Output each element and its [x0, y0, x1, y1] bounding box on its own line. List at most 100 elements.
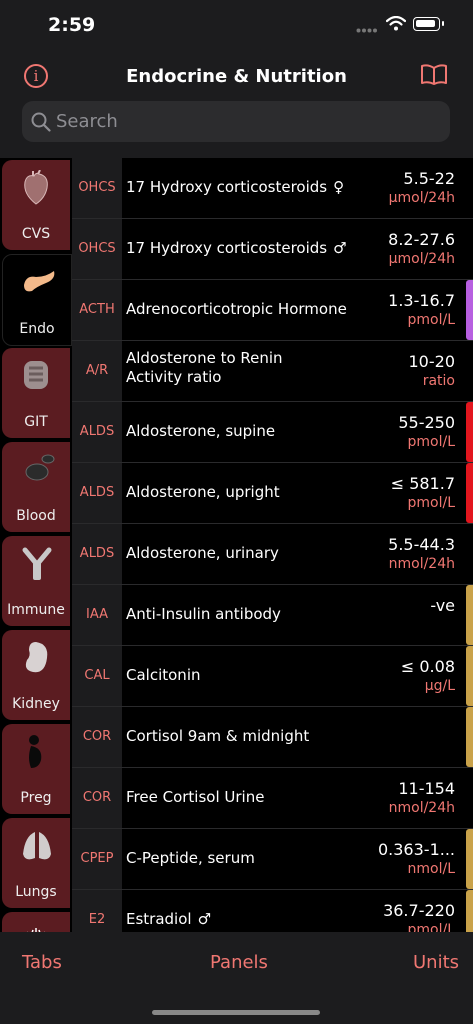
category-color-bar — [466, 829, 473, 889]
test-abbreviation: OHCS — [72, 219, 122, 279]
test-name-text: Anti-Insulin antibody — [126, 605, 281, 623]
list-item[interactable]: CAL Calcitonin ≤ 0.08 µg/L — [72, 646, 473, 707]
reference-unit: µg/L — [424, 678, 455, 694]
test-abbreviation: E2 — [72, 890, 122, 932]
search-input[interactable]: Search — [22, 101, 450, 142]
list-item[interactable]: OHCS 17 Hydroxy corticosteroids ♂ 8.2-27.6 µ… — [72, 219, 473, 280]
list-item[interactable]: ALDS Aldosterone, urinary 5.5-44.3 nmol/24h — [72, 524, 473, 585]
sidebar-item-cvs[interactable]: CVS — [2, 160, 70, 250]
sidebar-item-label: CVS — [21, 226, 51, 242]
reference-value: -ve — [430, 596, 455, 615]
book-icon[interactable] — [420, 64, 448, 86]
test-name-text: 17 Hydroxy corticosteroids — [126, 239, 328, 257]
list-item[interactable]: OHCS 17 Hydroxy corticosteroids ♀ 5.5-22 µmo… — [72, 158, 473, 219]
test-name-text: Estradiol — [126, 910, 192, 928]
tabs-button[interactable]: Tabs — [22, 952, 62, 973]
sidebar-item-preg[interactable]: Preg — [2, 724, 70, 814]
reference-unit: pmol/L — [407, 922, 456, 932]
test-name: Aldosterone, upright — [126, 483, 280, 501]
battery-icon — [413, 17, 444, 31]
test-name: Calcitonin — [126, 666, 201, 684]
test-name: Aldosterone, urinary — [126, 544, 279, 562]
intestine-icon — [24, 361, 48, 389]
panels-button[interactable]: Panels — [210, 952, 268, 973]
test-abbreviation: ALDS — [72, 524, 122, 584]
list-item[interactable]: E2 Estradiol ♂ 36.7-220 pmol/L — [72, 890, 473, 932]
heart-icon — [24, 170, 48, 205]
list-item[interactable]: COR Free Cortisol Urine 11-154 nmol/24h — [72, 768, 473, 829]
list-item[interactable]: A/R Aldosterone to Renin Activity ratio 10… — [72, 341, 473, 402]
list-item[interactable]: ACTH Adrenocorticotropic Hormone 1.3-16.7 p… — [72, 280, 473, 341]
sidebar-item-label: Kidney — [12, 696, 60, 712]
reference-value: 0.363-1... — [377, 840, 455, 859]
lungs-icon — [23, 832, 51, 860]
category-color-bar — [466, 402, 473, 462]
reference-value: ≤ 0.08 — [400, 657, 455, 676]
test-abbreviation: COR — [72, 768, 122, 828]
pancreas-icon — [24, 271, 55, 292]
reference-unit: nmol/24h — [388, 800, 455, 816]
reference-value: 1.3-16.7 — [388, 291, 455, 310]
reference-unit: pmol/L — [407, 312, 456, 328]
sidebar-item-label: Preg — [20, 790, 52, 806]
test-abbreviation: ALDS — [72, 463, 122, 523]
test-name-text: Aldosterone to Renin Activity ratio — [126, 349, 283, 386]
sidebar-item-immune[interactable]: Immune — [2, 536, 70, 626]
sidebar-item-blood[interactable]: Blood — [2, 442, 70, 532]
home-indicator — [152, 1010, 320, 1015]
reference-unit: pmol/L — [407, 434, 456, 450]
sidebar-item-lungs[interactable]: Lungs — [2, 818, 70, 908]
test-name-text: Free Cortisol Urine — [126, 788, 265, 806]
test-name: Aldosterone to Renin Activity ratio — [126, 349, 336, 387]
units-button[interactable]: Units — [413, 952, 459, 973]
test-name: Free Cortisol Urine — [126, 788, 264, 806]
test-name-text: Aldosterone, supine — [126, 422, 276, 440]
category-sidebar: CVS Endo GIT Blood Immune Kidney Preg Lu… — [0, 158, 72, 932]
test-abbreviation: OHCS — [72, 158, 122, 218]
test-name: 17 Hydroxy corticosteroids ♂ — [126, 239, 347, 257]
list-item[interactable]: ALDS Aldosterone, upright ≤ 581.7 pmol/L — [72, 463, 473, 524]
reference-value: 5.5-44.3 — [388, 535, 455, 554]
sidebar-item-label: Endo — [19, 321, 55, 337]
sidebar-item-kidney[interactable]: Kidney — [2, 630, 70, 720]
category-color-bar — [466, 585, 473, 645]
test-name-text: 17 Hydroxy corticosteroids — [126, 178, 328, 196]
category-color-bar — [466, 463, 473, 523]
test-name: Anti-Insulin antibody — [126, 605, 281, 623]
reference-value: 5.5-22 — [403, 169, 455, 188]
list-item[interactable]: COR Cortisol 9am & midnight — [72, 707, 473, 768]
reference-value: ≤ 581.7 — [390, 474, 455, 493]
sidebar-item-more[interactable] — [2, 912, 70, 932]
list-item[interactable]: CPEP C-Peptide, serum 0.363-1... nmol/L — [72, 829, 473, 890]
reference-unit: µmol/24h — [388, 251, 455, 267]
list-item[interactable]: ALDS Aldosterone, supine 55-250 pmol/L — [72, 402, 473, 463]
reference-unit: µmol/24h — [388, 190, 455, 206]
reference-value: 8.2-27.6 — [388, 230, 455, 249]
test-name-text: Cortisol 9am & midnight — [126, 727, 310, 745]
sidebar-item-label: Immune — [7, 602, 65, 618]
sidebar-item-endo[interactable]: Endo — [2, 254, 72, 346]
sex-symbol: ♂ — [333, 239, 347, 257]
reference-value: 55-250 — [398, 413, 455, 432]
wifi-icon — [386, 16, 406, 31]
kidney-icon — [25, 642, 48, 673]
pregnancy-icon — [29, 735, 42, 768]
test-abbreviation: IAA — [72, 585, 122, 645]
category-color-bar — [466, 890, 473, 932]
reference-unit: ratio — [422, 373, 455, 389]
test-abbreviation: CPEP — [72, 829, 122, 889]
test-name-text: Adrenocorticotropic Hormone — [126, 300, 347, 318]
sidebar-item-label: Lungs — [15, 884, 57, 900]
test-abbreviation: A/R — [72, 341, 122, 401]
page-title: Endocrine & Nutrition — [126, 66, 347, 87]
test-name-text: C-Peptide, serum — [126, 849, 255, 867]
reference-unit: nmol/24h — [388, 556, 455, 572]
status-time: 2:59 — [48, 14, 96, 36]
sidebar-item-git[interactable]: GIT — [2, 348, 70, 438]
blood-cells-icon — [25, 454, 55, 481]
list-item[interactable]: IAA Anti-Insulin antibody -ve — [72, 585, 473, 646]
reference-value: 10-20 — [408, 352, 456, 371]
test-abbreviation: ALDS — [72, 402, 122, 462]
test-abbreviation: ACTH — [72, 280, 122, 340]
test-name: C-Peptide, serum — [126, 849, 255, 867]
